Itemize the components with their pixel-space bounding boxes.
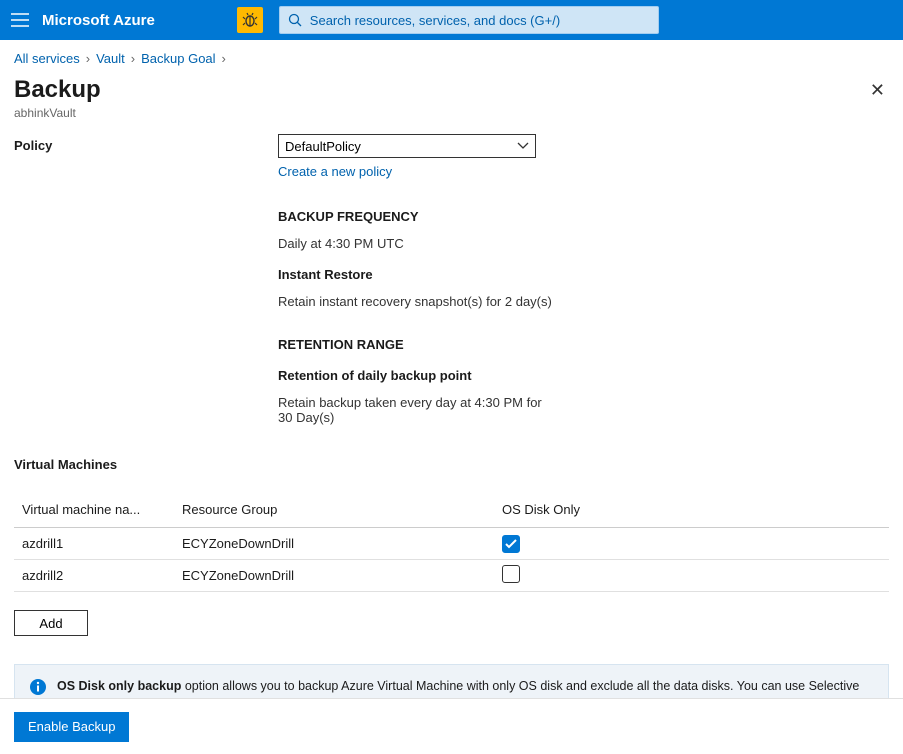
chevron-down-icon xyxy=(517,142,529,150)
policy-selected-value: DefaultPolicy xyxy=(285,139,361,154)
col-vm-name: Virtual machine na... xyxy=(22,502,182,517)
brand-label: Microsoft Azure xyxy=(42,12,155,29)
enable-backup-button[interactable]: Enable Backup xyxy=(14,712,129,742)
os-disk-only-checkbox[interactable] xyxy=(502,535,520,553)
breadcrumb: All services › Vault › Backup Goal › xyxy=(0,40,903,76)
policy-select[interactable]: DefaultPolicy xyxy=(278,134,536,158)
search-icon xyxy=(288,13,302,27)
vm-rg-cell: ECYZoneDownDrill xyxy=(182,568,502,583)
table-row: azdrill1 ECYZoneDownDrill xyxy=(14,528,889,560)
content: Policy DefaultPolicy Create a new policy… xyxy=(0,128,903,746)
breadcrumb-item[interactable]: Backup Goal xyxy=(141,51,215,66)
retention-daily-heading: Retention of daily backup point xyxy=(278,368,889,383)
add-button[interactable]: Add xyxy=(14,610,88,636)
backup-frequency-heading: BACKUP FREQUENCY xyxy=(278,209,889,224)
page-header: Backup abhinkVault ✕ xyxy=(0,76,903,128)
instant-restore-value: Retain instant recovery snapshot(s) for … xyxy=(278,294,889,309)
instant-restore-heading: Instant Restore xyxy=(278,267,889,282)
footer: Enable Backup xyxy=(0,698,903,754)
bug-icon[interactable] xyxy=(237,7,263,33)
create-policy-link[interactable]: Create a new policy xyxy=(278,164,392,179)
menu-icon[interactable] xyxy=(8,8,32,32)
breadcrumb-item[interactable]: All services xyxy=(14,51,80,66)
chevron-right-icon: › xyxy=(131,51,135,66)
chevron-right-icon: › xyxy=(86,51,90,66)
info-bold: OS Disk only backup xyxy=(57,679,181,693)
col-os-disk-only: OS Disk Only xyxy=(502,502,881,517)
col-resource-group: Resource Group xyxy=(182,502,502,517)
search-box[interactable] xyxy=(279,6,659,34)
top-bar: Microsoft Azure xyxy=(0,0,903,40)
page-title: Backup xyxy=(14,76,101,104)
policy-label: Policy xyxy=(14,134,278,153)
breadcrumb-item[interactable]: Vault xyxy=(96,51,125,66)
chevron-right-icon: › xyxy=(222,51,226,66)
vm-table: Virtual machine na... Resource Group OS … xyxy=(14,492,889,592)
vm-name-cell: azdrill1 xyxy=(22,536,182,551)
backup-frequency-value: Daily at 4:30 PM UTC xyxy=(278,236,889,251)
search-input[interactable] xyxy=(310,13,650,28)
table-row: azdrill2 ECYZoneDownDrill xyxy=(14,560,889,592)
close-icon[interactable]: ✕ xyxy=(866,76,889,105)
os-disk-only-checkbox[interactable] xyxy=(502,565,520,583)
page-subtitle: abhinkVault xyxy=(14,106,101,120)
vm-rg-cell: ECYZoneDownDrill xyxy=(182,536,502,551)
virtual-machines-heading: Virtual Machines xyxy=(14,457,889,472)
retention-range-heading: RETENTION RANGE xyxy=(278,337,889,352)
retention-daily-value: Retain backup taken every day at 4:30 PM… xyxy=(278,395,548,425)
vm-table-header: Virtual machine na... Resource Group OS … xyxy=(14,492,889,528)
vm-name-cell: azdrill2 xyxy=(22,568,182,583)
